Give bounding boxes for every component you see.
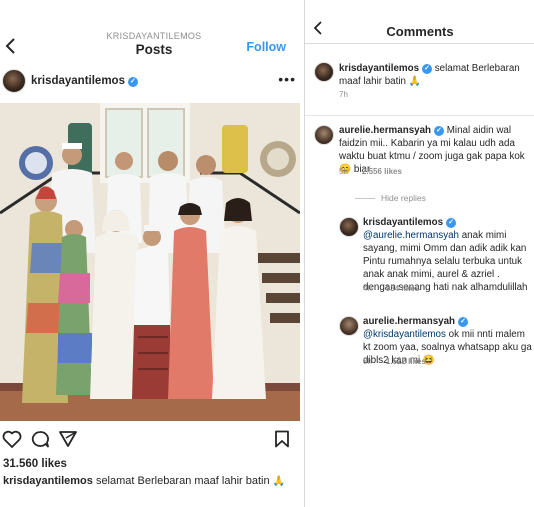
comments-header: Comments — [305, 14, 534, 44]
post-photo[interactable] — [0, 103, 300, 421]
post-caption: krisdayantilemos selamat Berlebaran maaf… — [3, 474, 303, 489]
verified-badge-icon: ✓ — [422, 64, 433, 74]
post-panel: KRISDAYANTILEMOS Posts Follow krisdayant… — [0, 0, 308, 507]
comment-meta: 5h 2.556 likes — [339, 167, 402, 176]
post-author-row: krisdayantilemos ✓ ••• — [0, 67, 308, 99]
hands-emoji-icon: 🙏 — [272, 476, 286, 487]
caption-username[interactable]: krisdayantilemos — [3, 475, 93, 487]
bookmark-icon[interactable] — [274, 430, 290, 448]
comments-panel: Comments krisdayantilemos ✓ selamat Berle… — [304, 0, 534, 507]
author-username[interactable]: krisdayantilemos ✓ — [31, 75, 138, 87]
likes-count[interactable]: 31.560 likes — [3, 458, 67, 470]
verified-badge-icon: ✓ — [458, 317, 469, 327]
comments-title: Comments — [386, 24, 454, 39]
verified-badge-icon: ✓ — [446, 218, 457, 228]
original-caption: krisdayantilemos ✓ selamat Berlebaran maa… — [305, 54, 534, 116]
reply-meta: 3h 1.522 likes — [363, 357, 426, 366]
comment-icon[interactable] — [30, 430, 50, 448]
avatar[interactable] — [314, 125, 334, 145]
avatar[interactable] — [314, 62, 334, 82]
caption-comment-text: krisdayantilemos ✓ selamat Berlebaran maa… — [339, 63, 520, 87]
heart-icon[interactable] — [2, 430, 22, 448]
hide-replies-link[interactable]: Hide replies — [355, 193, 426, 203]
more-options-icon[interactable]: ••• — [278, 71, 296, 87]
post-actions — [0, 428, 308, 452]
family-photo-illustration — [0, 103, 300, 421]
avatar[interactable] — [2, 69, 26, 93]
share-icon[interactable] — [58, 430, 78, 448]
avatar[interactable] — [339, 316, 359, 336]
reply-text: krisdayantilemos ✓ @aurelie.hermansyah an… — [363, 217, 528, 293]
follow-button[interactable]: Follow — [246, 40, 286, 54]
reply-meta: 4h 934 likes — [363, 284, 420, 293]
caption-time: 7h — [339, 90, 348, 99]
verified-badge-icon: ✓ — [127, 77, 138, 87]
caption-text: selamat Berlebaran maaf lahir batin — [95, 475, 270, 487]
post-header: KRISDAYANTILEMOS Posts Follow — [0, 28, 308, 62]
avatar[interactable] — [339, 217, 359, 237]
verified-badge-icon: ✓ — [434, 126, 445, 136]
